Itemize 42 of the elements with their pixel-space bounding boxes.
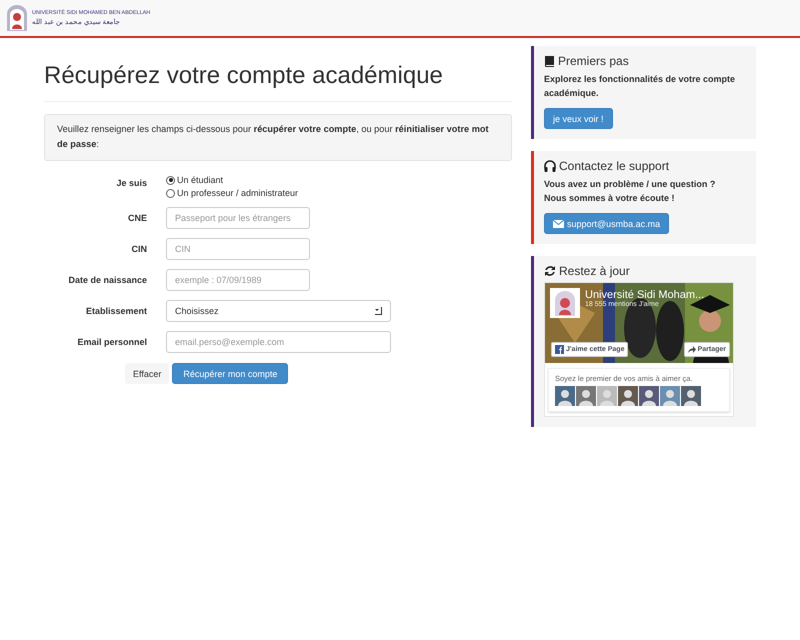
field-label: CIN: [130, 243, 147, 256]
page-title: Récupérez votre compte académique: [44, 62, 512, 102]
avatar-icon[interactable]: [618, 386, 638, 406]
clear-button[interactable]: Effacer: [125, 363, 170, 384]
input-field[interactable]: CIN: [166, 238, 310, 260]
page-name[interactable]: Université Sidi Moham...: [585, 289, 704, 301]
avatar-icon[interactable]: [639, 386, 659, 406]
radio-label[interactable]: Un étudiant: [177, 175, 224, 185]
card-button[interactable]: support@usmba.ac.ma: [544, 213, 670, 234]
card-title: Restez à jour: [559, 264, 630, 278]
avatar-icon[interactable]: [576, 386, 596, 406]
input-field[interactable]: email.perso@exemple.com: [166, 331, 391, 353]
field-label: Email personnel: [76, 336, 147, 349]
input-field[interactable]: Passeport pour les étrangers: [166, 207, 310, 229]
field-label: Date de naissance: [67, 274, 147, 287]
card-text: Vous avez un problème / une question ? Nous sommes à votre écoute !: [544, 178, 716, 205]
facebook-icon: [555, 345, 564, 354]
card-title: Premiers pas: [558, 54, 629, 68]
card-title: Contactez le support: [559, 159, 670, 173]
mail-icon: [553, 220, 564, 228]
university-logo-icon: [6, 4, 28, 32]
dropdown-arrow-icon: [375, 307, 382, 315]
radio-button[interactable]: [166, 188, 175, 198]
notice-text: Veuillez renseigner les champs ci-dessous pour récupérer votre compte, ou pour réinitialiser votre mot de passe:: [57, 123, 490, 151]
avatar-icon[interactable]: [660, 386, 680, 406]
radio-button[interactable]: [166, 176, 175, 184]
card-button[interactable]: je veux voir !: [544, 108, 613, 129]
headphones-icon: [544, 160, 556, 172]
avatar-icon[interactable]: [681, 386, 701, 406]
field-label: Je suis: [115, 177, 147, 189]
select-field[interactable]: Choisissez: [166, 300, 391, 322]
share-icon: [688, 346, 696, 353]
field-label: Etablissement: [84, 305, 147, 318]
input-field[interactable]: exemple : 07/09/1989: [166, 269, 310, 291]
radio-label[interactable]: Un professeur / administrateur: [177, 188, 298, 198]
card-text: Explorez les fonctionnalités de votre compte académique.: [544, 73, 736, 100]
book-icon: [544, 55, 555, 67]
field-label: CNE: [126, 212, 147, 225]
page-logo-icon: [550, 288, 580, 318]
submit-button[interactable]: Récupérer mon compte: [172, 363, 288, 384]
refresh-icon: [544, 265, 556, 277]
avatar-icon[interactable]: [555, 386, 575, 406]
